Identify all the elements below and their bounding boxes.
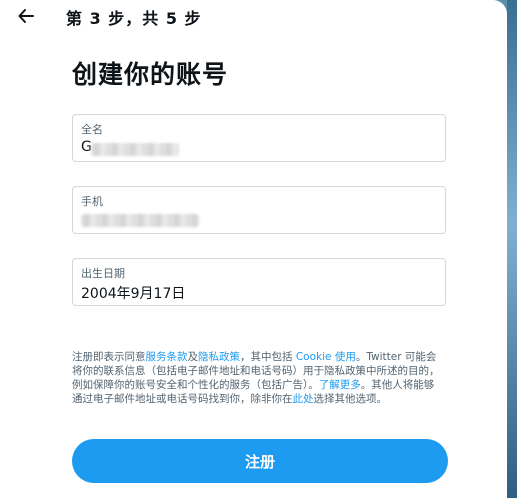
legal-text: 及 [187,351,199,363]
page-title: 创建你的账号 [72,60,229,89]
full-name-field[interactable]: 全名 G [72,114,446,162]
step-indicator: 第 3 步，共 5 步 [66,9,202,28]
redacted-phone [81,214,199,227]
here-link[interactable]: 此处 [293,393,314,405]
privacy-policy-link[interactable]: 隐私政策 [198,351,240,363]
birthdate-label: 出生日期 [81,267,125,280]
birthdate-value: 2004年9月17日 [81,286,186,302]
legal-text: 注册即表示同意 [72,351,146,363]
birthdate-field[interactable]: 出生日期 2004年9月17日 [72,258,446,306]
learn-more-link[interactable]: 了解更多 [319,379,361,391]
phone-field[interactable]: 手机 [72,186,446,234]
phone-label: 手机 [81,195,103,208]
terms-of-service-link[interactable]: 服务条款 [146,351,188,363]
signup-button[interactable]: 注册 [72,439,448,483]
legal-text: 选择其他选项。 [313,393,388,405]
back-button[interactable] [12,4,40,28]
arrow-left-icon [18,9,34,23]
cookie-use-link[interactable]: Cookie 使用 [296,351,356,363]
signup-modal: 第 3 步，共 5 步 创建你的账号 全名 G 手机 出生日期 2004年9月1… [0,0,507,498]
redacted-name [91,143,179,156]
background-strip [507,0,517,498]
full-name-label: 全名 [81,123,103,136]
legal-text: ，其中包括 [240,351,296,363]
legal-notice: 注册即表示同意服务条款及隐私政策，其中包括 Cookie 使用。Twitter … [72,350,444,406]
